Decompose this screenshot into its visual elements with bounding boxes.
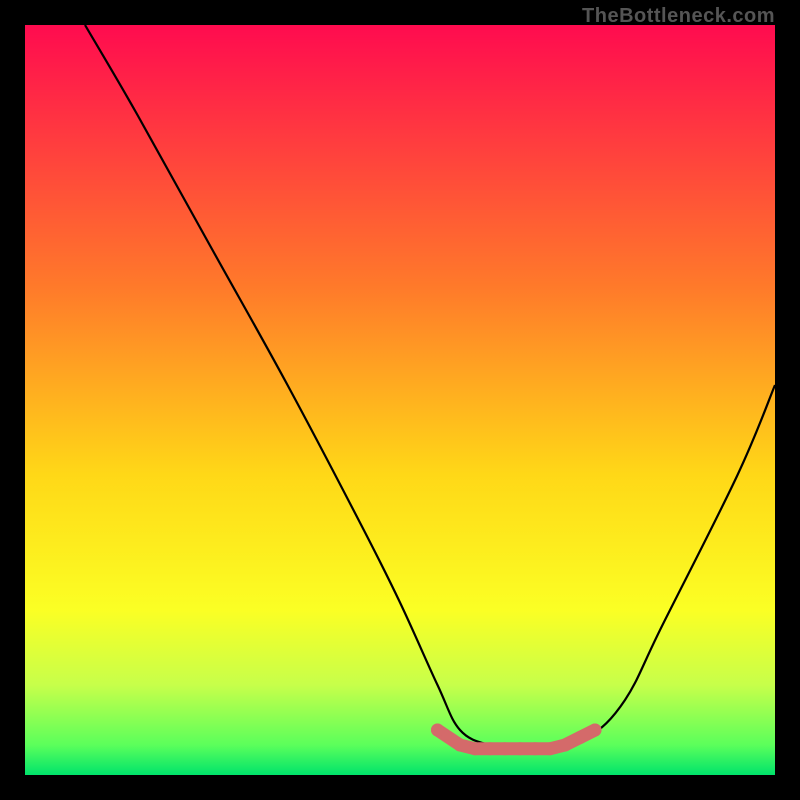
heatmap-background: [25, 25, 775, 775]
plot-area: [25, 25, 775, 775]
watermark-text: TheBottleneck.com: [582, 5, 775, 28]
